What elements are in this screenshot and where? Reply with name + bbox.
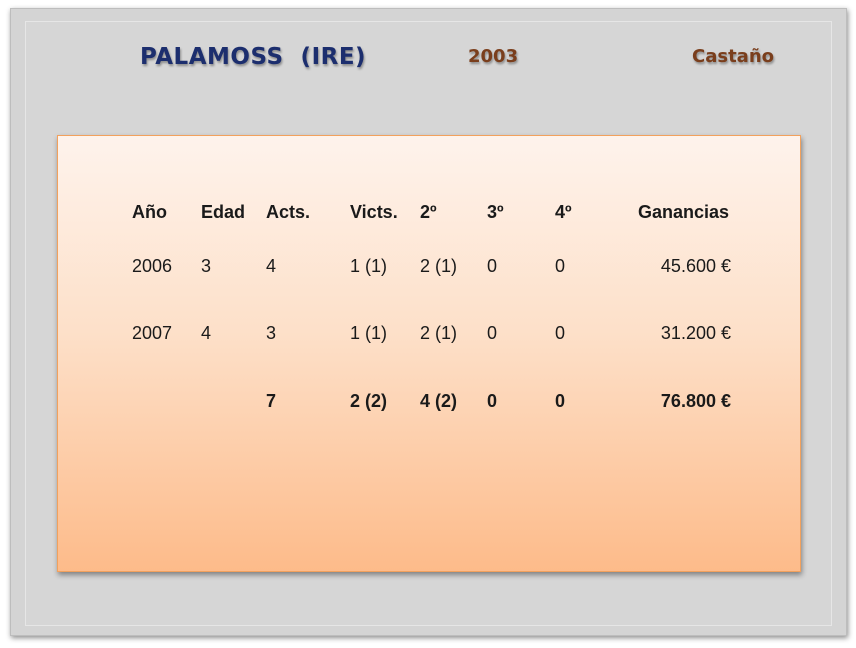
total-fourth: 0: [555, 391, 566, 411]
table-cell-age: 3: [201, 256, 212, 276]
table-cell-second: 2 (1): [420, 256, 458, 276]
table-cell-earnings: 45.600 €: [660, 256, 731, 276]
horse-name-title: PALAMOSS (IRE): [140, 44, 367, 70]
table-cell-starts: 3: [266, 323, 277, 343]
table-cell-fourth: 0: [555, 323, 566, 343]
coat-color-title: Castaño: [692, 46, 775, 67]
column-header-year: Año: [132, 202, 167, 222]
total-second: 4 (2): [420, 391, 458, 411]
race-stats-panel: Año Edad Acts. Victs. 2º 3º 4º Ganancias…: [57, 135, 801, 572]
table-cell-third: 0: [487, 323, 498, 343]
table-cell-fourth: 0: [555, 256, 566, 276]
column-header-fourth: 4º: [555, 202, 572, 222]
column-header-age: Edad: [201, 202, 246, 222]
column-header-wins: Victs.: [350, 202, 398, 222]
column-header-second: 2º: [420, 202, 437, 222]
total-third: 0: [487, 391, 498, 411]
column-header-earnings: Ganancias: [638, 202, 730, 222]
table-cell-second: 2 (1): [420, 323, 458, 343]
table-cell-earnings: 31.200 €: [660, 323, 731, 343]
total-starts: 7: [266, 391, 277, 411]
column-header-starts: Acts.: [266, 202, 311, 222]
table-cell-year: 2006: [132, 256, 173, 276]
column-header-third: 3º: [487, 202, 504, 222]
table-cell-year: 2007: [132, 323, 173, 343]
total-wins: 2 (2): [350, 391, 388, 411]
table-cell-starts: 4: [266, 256, 277, 276]
table-cell-wins: 1 (1): [350, 256, 388, 276]
table-cell-third: 0: [487, 256, 498, 276]
total-earnings: 76.800 €: [660, 391, 731, 411]
table-cell-wins: 1 (1): [350, 323, 388, 343]
birth-year-title: 2003: [468, 46, 519, 67]
table-cell-age: 4: [201, 323, 212, 343]
